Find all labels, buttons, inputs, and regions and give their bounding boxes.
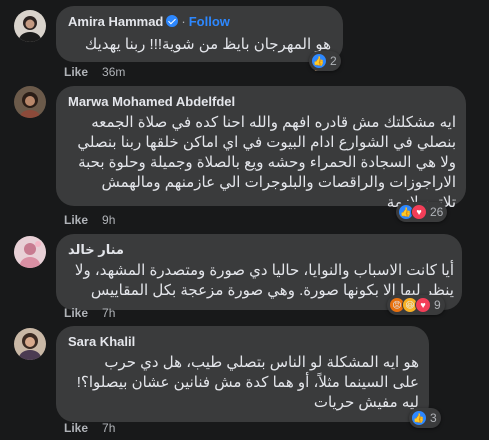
verified-badge-icon: [166, 15, 179, 27]
comment-bubble: Amira Hammad · Follow هو المهرجان بايظ من …: [56, 6, 343, 73]
like-reaction-icon: 👍: [411, 410, 427, 426]
comment-bubble: Sara Khalil هو ايه المشكلة لو الناس بتصل…: [56, 326, 429, 422]
author-name[interactable]: Sara Khalil: [68, 334, 135, 349]
reaction-count: 26: [430, 205, 444, 219]
timestamp[interactable]: 7h: [102, 421, 115, 435]
author-name[interactable]: منار خالد: [68, 242, 124, 257]
timestamp[interactable]: 36m: [102, 65, 125, 79]
comment-text: ايه مشكلتك مش قادره افهم والله احنا كده …: [77, 114, 456, 211]
reaction-summary[interactable]: 👍 ♥ 26: [396, 202, 448, 222]
author-name[interactable]: Marwa Mohamed Abdelfdel: [68, 94, 235, 109]
comment-bubble: Marwa Mohamed Abdelfdel ايه مشكلتك مش قا…: [56, 86, 466, 211]
like-reaction-icon: 👍: [311, 53, 327, 69]
reaction-summary[interactable]: 👍 2: [309, 51, 341, 71]
comment-actions: Like 7h: [64, 421, 115, 435]
author-name[interactable]: Amira Hammad: [68, 14, 163, 29]
avatar-sara[interactable]: [14, 328, 46, 360]
comment-sara: Sara Khalil هو ايه المشكلة لو الناس بتصل…: [0, 320, 489, 440]
reaction-summary[interactable]: 😡 😆 ♥ 9: [387, 295, 445, 315]
reaction-count: 2: [330, 54, 337, 68]
like-button[interactable]: Like: [64, 421, 88, 435]
comment-marwa: Marwa Mohamed Abdelfdel ايه مشكلتك مش قا…: [0, 82, 489, 228]
avatar-manar[interactable]: [14, 236, 46, 268]
reaction-count: 9: [434, 298, 441, 312]
like-button[interactable]: Like: [64, 213, 88, 227]
comment-actions: Like 36m: [64, 65, 125, 79]
author-line: Amira Hammad · Follow: [68, 14, 230, 29]
comment-text: هو ايه المشكلة لو الناس بتصلي طيب، هل دي…: [76, 354, 419, 411]
reaction-count: 3: [430, 411, 437, 425]
timestamp[interactable]: 7h: [102, 306, 115, 320]
like-button[interactable]: Like: [64, 65, 88, 79]
avatar-marwa[interactable]: [14, 86, 46, 118]
comment-actions: Like 9h: [64, 213, 115, 227]
follow-button[interactable]: Follow: [189, 14, 230, 29]
author-line: منار خالد: [68, 242, 124, 258]
reaction-summary[interactable]: 👍 3: [409, 408, 441, 428]
comment-actions: Like 7h: [64, 306, 115, 320]
author-line: Sara Khalil: [68, 334, 135, 349]
love-reaction-icon: ♥: [411, 204, 427, 220]
avatar-amira[interactable]: [14, 10, 46, 42]
like-button[interactable]: Like: [64, 306, 88, 320]
author-line: Marwa Mohamed Abdelfdel: [68, 94, 235, 109]
separator-dot: ·: [181, 14, 186, 29]
love-reaction-icon: ♥: [415, 297, 431, 313]
comment-amira: Amira Hammad · Follow هو المهرجان بايظ من …: [0, 0, 489, 82]
comment-manar: منار خالد أيا كانت الاسباب والنوايا، حال…: [0, 228, 489, 320]
timestamp[interactable]: 9h: [102, 213, 115, 227]
